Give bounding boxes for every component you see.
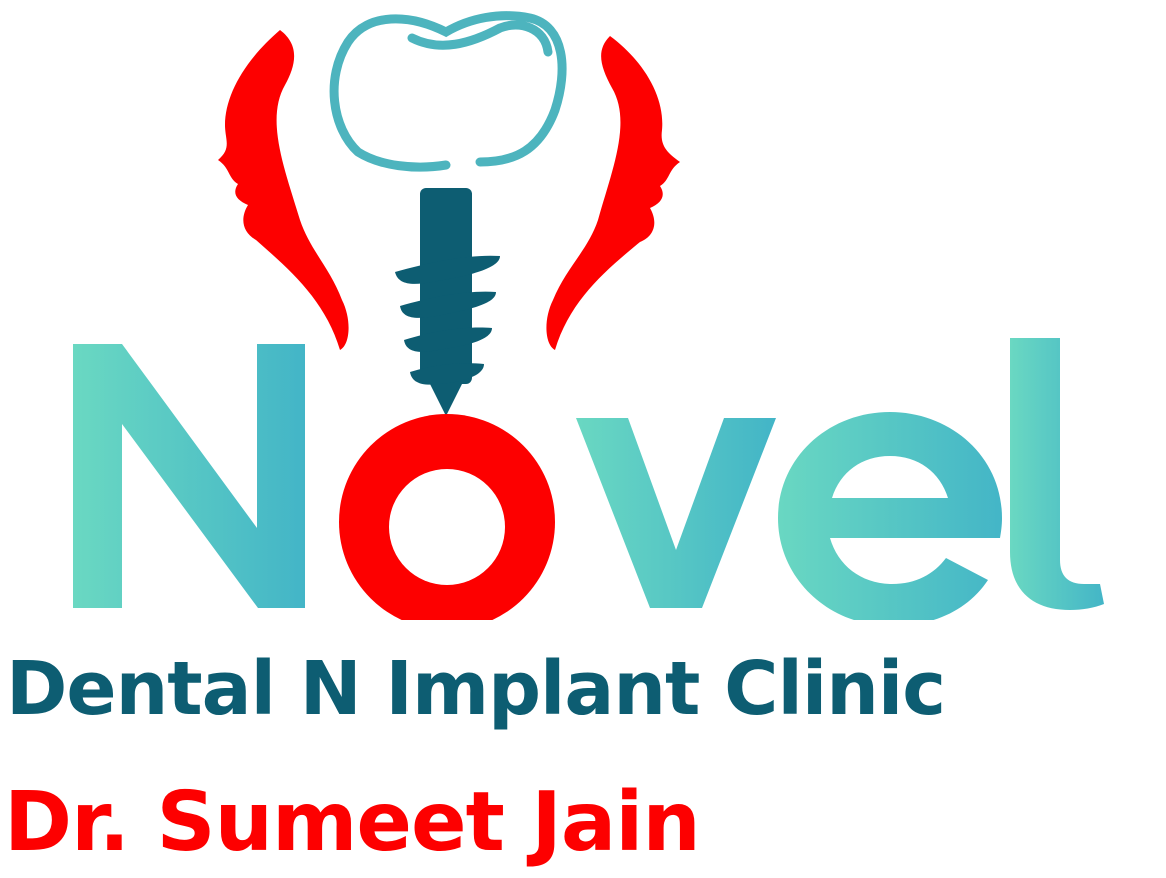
face-profile-right-icon xyxy=(546,36,680,350)
implant-screw-icon xyxy=(395,188,500,416)
face-profile-left-icon xyxy=(218,30,349,350)
logo-wordmark xyxy=(73,338,1104,620)
doctor-name: Dr. Sumeet Jain xyxy=(4,775,701,870)
tooth-crown-icon xyxy=(329,11,567,172)
clinic-logo: Dental N Implant Clinic Dr. Sumeet Jain xyxy=(0,0,1166,878)
logo-graphic xyxy=(73,11,1104,620)
clinic-name: Dental N Implant Clinic xyxy=(6,646,946,732)
